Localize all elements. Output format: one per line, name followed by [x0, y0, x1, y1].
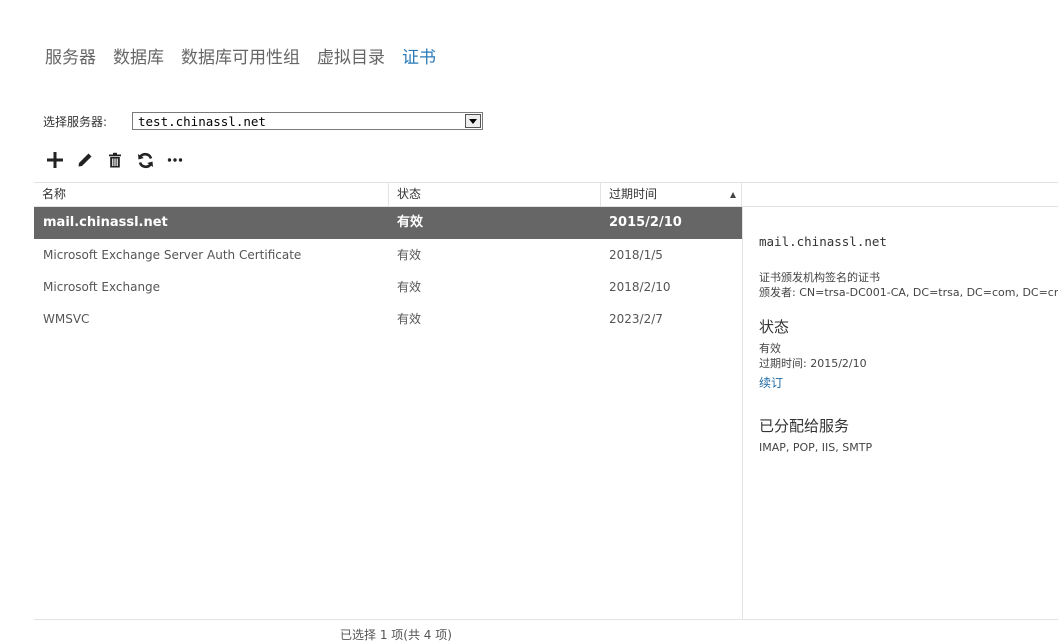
server-select-value: test.chinassl.net — [138, 113, 266, 129]
sort-ascending-icon — [730, 192, 736, 198]
table-row[interactable]: Microsoft Exchange 有效 2018/2/10 — [34, 271, 742, 303]
delete-icon[interactable] — [104, 149, 126, 171]
toolbar — [44, 149, 194, 171]
detail-issuer: 颁发者: CN=trsa-DC001-CA, DC=trsa, DC=com, … — [759, 286, 1058, 299]
selection-status: 已选择 1 项(共 4 项) — [340, 628, 452, 642]
cell-status: 有效 — [397, 248, 422, 262]
column-header-status[interactable]: 状态 — [389, 183, 601, 206]
chevron-down-icon[interactable] — [465, 114, 481, 128]
cell-expiry: 2015/2/10 — [609, 215, 682, 230]
top-nav: 服务器 数据库 数据库可用性组 虚拟目录 证书 — [45, 42, 453, 68]
detail-issuer-type: 证书颁发机构签名的证书 — [759, 271, 880, 284]
detail-status-value: 有效 — [759, 342, 781, 355]
server-select-dropdown[interactable]: test.chinassl.net — [132, 112, 483, 130]
nav-tab-servers[interactable]: 服务器 — [45, 43, 96, 68]
nav-tab-dag[interactable]: 数据库可用性组 — [181, 43, 300, 68]
renew-link[interactable]: 续订 — [759, 374, 1058, 391]
cell-name: Microsoft Exchange Server Auth Certifica… — [43, 248, 302, 262]
cell-expiry: 2018/1/5 — [609, 248, 663, 262]
refresh-icon[interactable] — [134, 149, 156, 171]
certificate-grid: 名称 状态 过期时间 mail.chinassl.net 有效 2015/2/1… — [34, 182, 742, 619]
nav-tab-databases[interactable]: 数据库 — [113, 43, 164, 68]
detail-cert-name: mail.chinassl.net — [759, 234, 887, 249]
column-header-expiry[interactable]: 过期时间 — [601, 183, 742, 206]
detail-services: IMAP, POP, IIS, SMTP — [759, 441, 873, 454]
grid-body: mail.chinassl.net 有效 2015/2/10 Microsoft… — [34, 207, 742, 335]
cell-status: 有效 — [397, 215, 424, 230]
cell-status: 有效 — [397, 280, 422, 294]
nav-tab-virtual-directories[interactable]: 虚拟目录 — [317, 43, 385, 68]
cell-expiry: 2018/2/10 — [609, 280, 671, 294]
detail-status-title: 状态 — [759, 318, 790, 336]
detail-expiry: 过期时间: 2015/2/10 — [759, 357, 867, 370]
cell-expiry: 2023/2/7 — [609, 312, 663, 326]
detail-pane: mail.chinassl.net 证书颁发机构签名的证书 颁发者: CN=tr… — [742, 207, 1058, 619]
add-icon[interactable] — [44, 149, 66, 171]
more-icon[interactable] — [164, 149, 186, 171]
cell-name: WMSVC — [43, 312, 90, 326]
table-row[interactable]: WMSVC 有效 2023/2/7 — [34, 303, 742, 335]
server-selector-label: 选择服务器: — [43, 114, 108, 129]
edit-icon[interactable] — [74, 149, 96, 171]
column-header-expiry-label: 过期时间 — [609, 187, 658, 201]
table-row[interactable]: mail.chinassl.net 有效 2015/2/10 — [34, 207, 742, 239]
detail-services-title: 已分配给服务 — [759, 417, 850, 435]
cell-name: Microsoft Exchange — [43, 280, 161, 294]
server-selector-row: 选择服务器: test.chinassl.net — [43, 111, 483, 131]
grid-header: 名称 状态 过期时间 — [34, 182, 742, 207]
cell-name: mail.chinassl.net — [43, 215, 168, 230]
table-row[interactable]: Microsoft Exchange Server Auth Certifica… — [34, 239, 742, 271]
footer-divider — [34, 619, 1058, 620]
cell-status: 有效 — [397, 312, 422, 326]
nav-tab-certificates[interactable]: 证书 — [402, 43, 436, 68]
column-header-name[interactable]: 名称 — [34, 183, 389, 206]
detail-pane-header — [742, 182, 1058, 207]
